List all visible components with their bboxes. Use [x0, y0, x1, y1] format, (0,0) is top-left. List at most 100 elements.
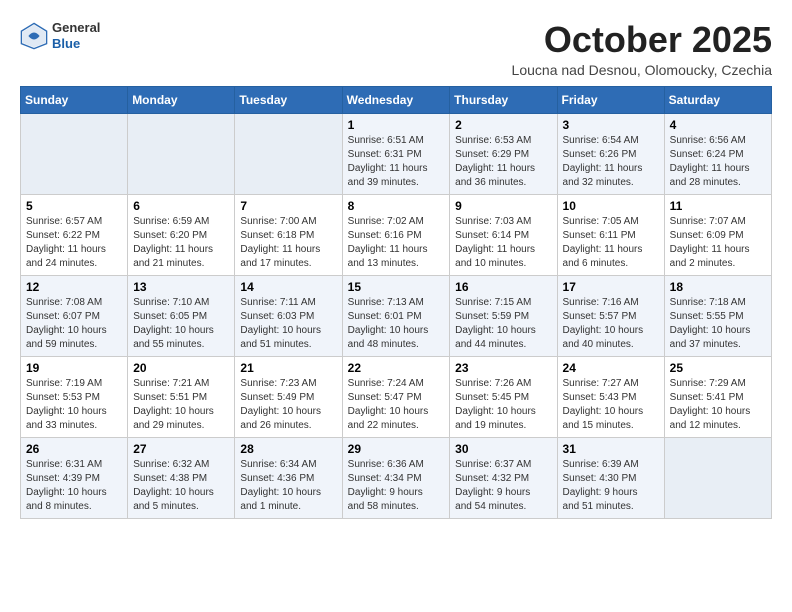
day-number: 19: [26, 361, 122, 375]
day-header-tuesday: Tuesday: [235, 86, 342, 113]
day-number: 18: [670, 280, 766, 294]
calendar-cell: 23 Sunrise: 7:26 AM Sunset: 5:45 PM Dayli…: [450, 356, 557, 437]
day-info: Sunrise: 7:26 AM Sunset: 5:45 PM Dayligh…: [455, 377, 551, 433]
day-number: 23: [455, 361, 551, 375]
day-number: 17: [563, 280, 659, 294]
day-info: Sunrise: 6:37 AM Sunset: 4:32 PM Dayligh…: [455, 458, 551, 514]
day-info: Sunrise: 7:05 AM Sunset: 6:11 PM Dayligh…: [563, 215, 659, 271]
calendar-cell: 9Sunrise: 7:03 AM Sunset: 6:14 PM Daylig…: [450, 194, 557, 275]
day-number: 22: [348, 361, 445, 375]
calendar-cell: 20Sunrise: 7:21 AM Sunset: 5:51 PM Dayli…: [128, 356, 235, 437]
day-info: Sunrise: 7:19 AM Sunset: 5:53 PM Dayligh…: [26, 377, 122, 433]
calendar-cell: 13 Sunrise: 7:10 AM Sunset: 6:05 PM Dayli…: [128, 275, 235, 356]
day-info: Sunrise: 6:53 AM Sunset: 6:29 PM Dayligh…: [455, 134, 551, 190]
day-number: 30: [455, 442, 551, 456]
day-info: Sunrise: 6:32 AM Sunset: 4:38 PM Dayligh…: [133, 458, 229, 514]
day-info: Sunrise: 7:21 AM Sunset: 5:51 PM Dayligh…: [133, 377, 229, 433]
calendar-week-row: 19 Sunrise: 7:19 AM Sunset: 5:53 PM Dayli…: [21, 356, 772, 437]
day-number: 6: [133, 199, 229, 213]
day-info: Sunrise: 6:56 AM Sunset: 6:24 PM Dayligh…: [670, 134, 766, 190]
day-info: Sunrise: 7:00 AM Sunset: 6:18 PM Dayligh…: [240, 215, 336, 271]
day-number: 24: [563, 361, 659, 375]
calendar-cell: 28 Sunrise: 6:34 AM Sunset: 4:36 PM Dayli…: [235, 437, 342, 518]
calendar-cell: [128, 113, 235, 194]
day-header-saturday: Saturday: [664, 86, 771, 113]
day-number: 3: [563, 118, 659, 132]
calendar-cell: 22 Sunrise: 7:24 AM Sunset: 5:47 PM Dayli…: [342, 356, 450, 437]
day-header-monday: Monday: [128, 86, 235, 113]
logo-blue: Blue: [52, 36, 100, 52]
calendar-header-row: SundayMondayTuesdayWednesdayThursdayFrid…: [21, 86, 772, 113]
day-number: 10: [563, 199, 659, 213]
calendar-cell: [664, 437, 771, 518]
day-number: 28: [240, 442, 336, 456]
calendar-cell: 25Sunrise: 7:29 AM Sunset: 5:41 PM Dayli…: [664, 356, 771, 437]
day-info: Sunrise: 7:24 AM Sunset: 5:47 PM Dayligh…: [348, 377, 445, 433]
day-header-friday: Friday: [557, 86, 664, 113]
calendar-cell: 15Sunrise: 7:13 AM Sunset: 6:01 PM Dayli…: [342, 275, 450, 356]
day-info: Sunrise: 6:57 AM Sunset: 6:22 PM Dayligh…: [26, 215, 122, 271]
day-info: Sunrise: 7:02 AM Sunset: 6:16 PM Dayligh…: [348, 215, 445, 271]
logo-icon: [20, 22, 48, 50]
day-number: 27: [133, 442, 229, 456]
logo-general: General: [52, 20, 100, 36]
calendar-cell: 18Sunrise: 7:18 AM Sunset: 5:55 PM Dayli…: [664, 275, 771, 356]
calendar-week-row: 26Sunrise: 6:31 AM Sunset: 4:39 PM Dayli…: [21, 437, 772, 518]
day-number: 26: [26, 442, 122, 456]
day-info: Sunrise: 7:08 AM Sunset: 6:07 PM Dayligh…: [26, 296, 122, 352]
day-info: Sunrise: 7:11 AM Sunset: 6:03 PM Dayligh…: [240, 296, 336, 352]
day-info: Sunrise: 6:54 AM Sunset: 6:26 PM Dayligh…: [563, 134, 659, 190]
calendar-cell: 24 Sunrise: 7:27 AM Sunset: 5:43 PM Dayli…: [557, 356, 664, 437]
day-header-thursday: Thursday: [450, 86, 557, 113]
calendar-cell: 2 Sunrise: 6:53 AM Sunset: 6:29 PM Daylig…: [450, 113, 557, 194]
calendar-cell: 6 Sunrise: 6:59 AM Sunset: 6:20 PM Daylig…: [128, 194, 235, 275]
day-number: 15: [348, 280, 445, 294]
day-info: Sunrise: 6:39 AM Sunset: 4:30 PM Dayligh…: [563, 458, 659, 514]
day-number: 12: [26, 280, 122, 294]
day-number: 8: [348, 199, 445, 213]
day-number: 7: [240, 199, 336, 213]
day-info: Sunrise: 7:07 AM Sunset: 6:09 PM Dayligh…: [670, 215, 766, 271]
day-number: 11: [670, 199, 766, 213]
calendar-cell: [21, 113, 128, 194]
title-area: October 2025 Loucna nad Desnou, Olomouck…: [512, 20, 772, 78]
day-number: 2: [455, 118, 551, 132]
day-info: Sunrise: 6:51 AM Sunset: 6:31 PM Dayligh…: [348, 134, 445, 190]
day-number: 13: [133, 280, 229, 294]
calendar-cell: 5 Sunrise: 6:57 AM Sunset: 6:22 PM Daylig…: [21, 194, 128, 275]
day-number: 25: [670, 361, 766, 375]
calendar-cell: [235, 113, 342, 194]
day-info: Sunrise: 6:59 AM Sunset: 6:20 PM Dayligh…: [133, 215, 229, 271]
calendar-cell: 19 Sunrise: 7:19 AM Sunset: 5:53 PM Dayli…: [21, 356, 128, 437]
day-info: Sunrise: 7:16 AM Sunset: 5:57 PM Dayligh…: [563, 296, 659, 352]
day-info: Sunrise: 7:27 AM Sunset: 5:43 PM Dayligh…: [563, 377, 659, 433]
calendar-cell: 26Sunrise: 6:31 AM Sunset: 4:39 PM Dayli…: [21, 437, 128, 518]
day-info: Sunrise: 7:15 AM Sunset: 5:59 PM Dayligh…: [455, 296, 551, 352]
day-number: 9: [455, 199, 551, 213]
day-number: 16: [455, 280, 551, 294]
day-info: Sunrise: 6:34 AM Sunset: 4:36 PM Dayligh…: [240, 458, 336, 514]
day-info: Sunrise: 6:36 AM Sunset: 4:34 PM Dayligh…: [348, 458, 445, 514]
calendar-cell: 21 Sunrise: 7:23 AM Sunset: 5:49 PM Dayli…: [235, 356, 342, 437]
logo-text: General Blue: [52, 20, 100, 51]
day-info: Sunrise: 7:10 AM Sunset: 6:05 PM Dayligh…: [133, 296, 229, 352]
calendar-cell: 11 Sunrise: 7:07 AM Sunset: 6:09 PM Dayli…: [664, 194, 771, 275]
calendar-cell: 17 Sunrise: 7:16 AM Sunset: 5:57 PM Dayli…: [557, 275, 664, 356]
calendar-cell: 29Sunrise: 6:36 AM Sunset: 4:34 PM Dayli…: [342, 437, 450, 518]
calendar-cell: 3 Sunrise: 6:54 AM Sunset: 6:26 PM Daylig…: [557, 113, 664, 194]
calendar-cell: 31Sunrise: 6:39 AM Sunset: 4:30 PM Dayli…: [557, 437, 664, 518]
day-header-wednesday: Wednesday: [342, 86, 450, 113]
day-info: Sunrise: 7:23 AM Sunset: 5:49 PM Dayligh…: [240, 377, 336, 433]
day-number: 21: [240, 361, 336, 375]
day-number: 4: [670, 118, 766, 132]
calendar-cell: 4 Sunrise: 6:56 AM Sunset: 6:24 PM Daylig…: [664, 113, 771, 194]
calendar-cell: 8 Sunrise: 7:02 AM Sunset: 6:16 PM Daylig…: [342, 194, 450, 275]
calendar-cell: 10 Sunrise: 7:05 AM Sunset: 6:11 PM Dayli…: [557, 194, 664, 275]
header: General Blue October 2025 Loucna nad Des…: [20, 20, 772, 78]
day-number: 5: [26, 199, 122, 213]
day-number: 1: [348, 118, 445, 132]
calendar-week-row: 5 Sunrise: 6:57 AM Sunset: 6:22 PM Daylig…: [21, 194, 772, 275]
calendar: SundayMondayTuesdayWednesdayThursdayFrid…: [20, 86, 772, 519]
location-subtitle: Loucna nad Desnou, Olomoucky, Czechia: [512, 62, 772, 78]
month-title: October 2025: [512, 20, 772, 60]
